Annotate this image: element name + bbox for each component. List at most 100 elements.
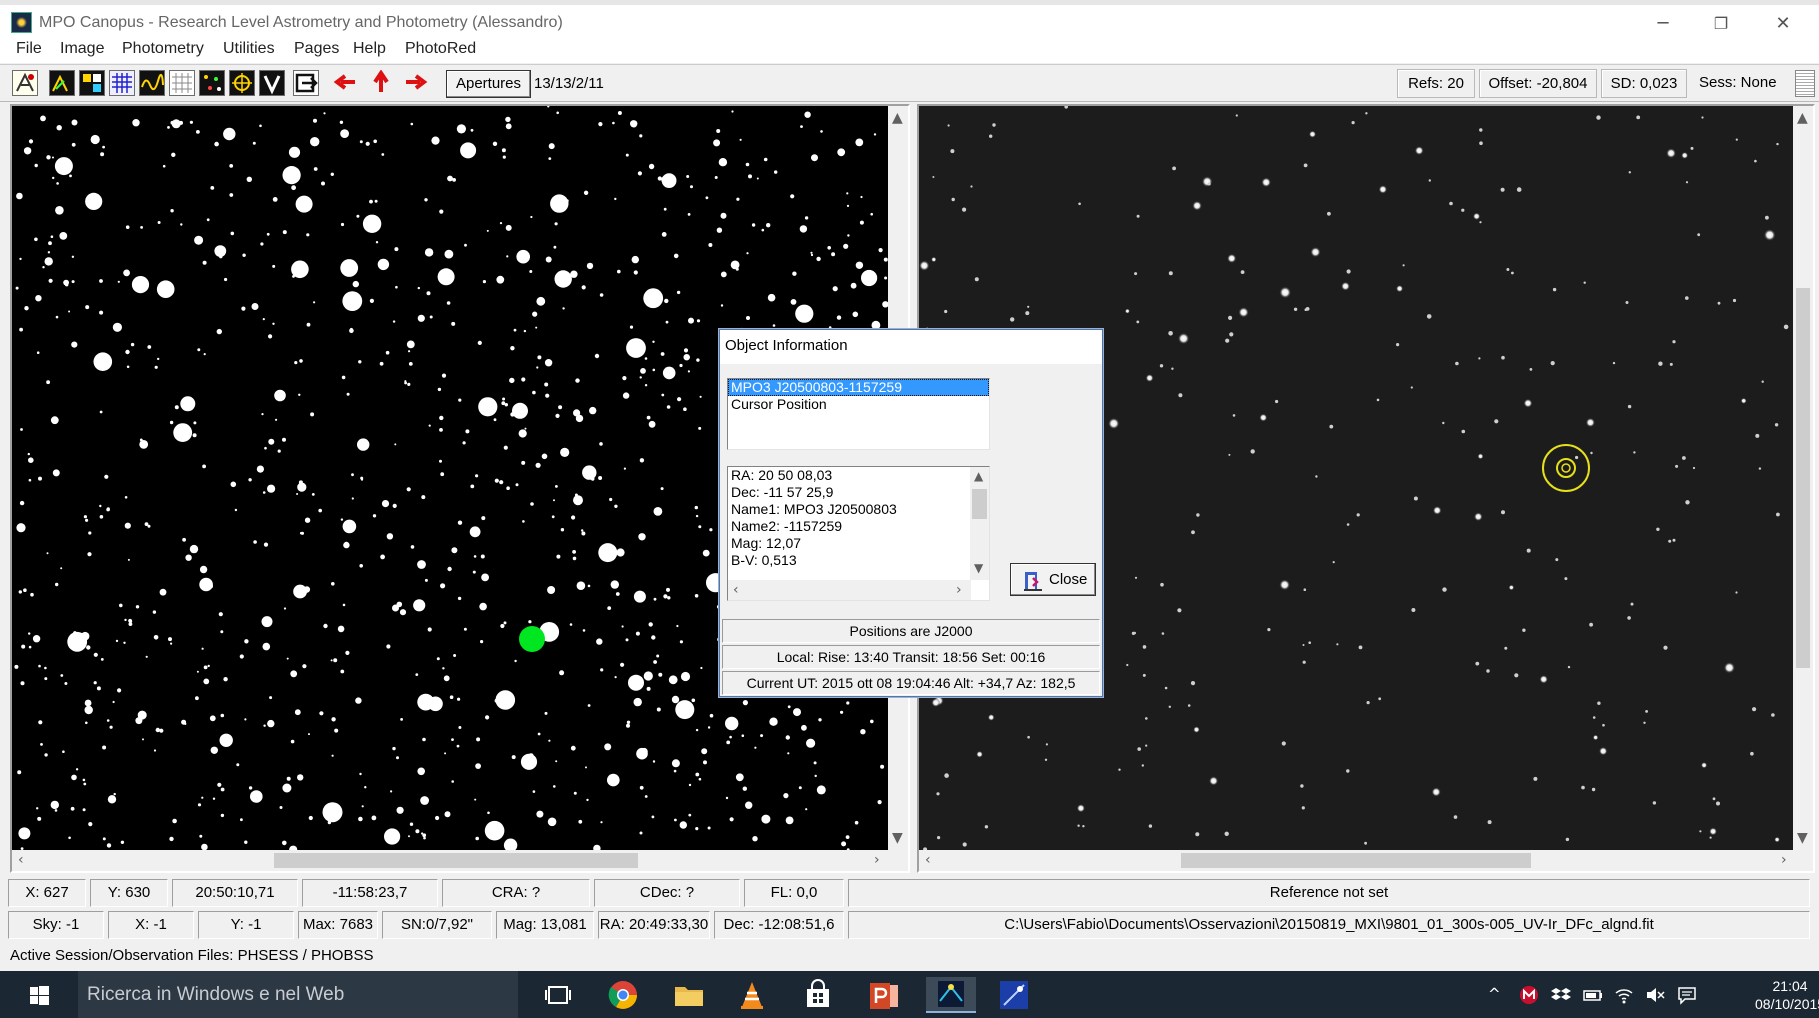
arrow-left-icon[interactable] [333, 70, 359, 96]
scroll-left-icon[interactable]: ‹ [18, 852, 24, 868]
menu-utilities[interactable]: Utilities [223, 40, 275, 58]
catalog-star [216, 328, 222, 335]
scroll-right-icon[interactable]: › [874, 852, 880, 868]
tool-plot-icon[interactable] [49, 70, 75, 96]
catalog-star [470, 484, 475, 489]
menu-photometry[interactable]: Photometry [122, 40, 204, 58]
tool-grid-icon[interactable] [169, 70, 195, 96]
image-scroll-thumb-v[interactable] [1796, 288, 1810, 668]
catalog-star [530, 502, 534, 506]
toolbar-grip-icon[interactable] [1795, 70, 1815, 97]
catalog-star [453, 654, 457, 657]
catalog-star [359, 564, 364, 568]
menu-help[interactable]: Help [353, 40, 386, 58]
image-horizontal-scrollbar[interactable]: ‹ › [919, 850, 1813, 871]
image-star [1232, 414, 1236, 417]
info-vertical-scrollbar[interactable]: ▲ ▼ [970, 467, 989, 580]
image-star [1302, 660, 1306, 664]
tray-dropbox-icon[interactable] [1551, 985, 1571, 1009]
scroll-up-icon[interactable]: ▲ [1797, 110, 1808, 126]
chrome-icon[interactable] [603, 977, 643, 1013]
tray-antivirus-icon[interactable] [1519, 985, 1539, 1009]
catalog-star [37, 816, 42, 821]
scroll-up-icon[interactable]: ▲ [892, 110, 903, 126]
catalog-star [156, 280, 175, 298]
catalog-star [196, 670, 199, 673]
taskbar-clock[interactable]: 21:04 08/10/2015 [1755, 977, 1819, 1013]
info-scroll-thumb[interactable] [972, 489, 987, 519]
catalog-scroll-thumb[interactable] [274, 853, 638, 868]
image-star [1494, 419, 1499, 424]
tool-settings-icon[interactable] [12, 70, 38, 96]
scroll-left-icon[interactable]: ‹ [733, 582, 739, 598]
tool-export-icon[interactable] [293, 70, 319, 96]
catalog-star [695, 772, 700, 777]
image-star [1161, 632, 1165, 635]
powerpoint-icon[interactable] [864, 977, 904, 1013]
catalog-horizontal-scrollbar[interactable]: ‹ › [12, 850, 908, 871]
vlc-icon[interactable] [732, 977, 772, 1013]
sd-value: SD: 0,023 [1601, 69, 1687, 98]
scroll-down-icon[interactable]: ▼ [1797, 830, 1808, 846]
object-list-item-cursor[interactable]: Cursor Position [728, 396, 989, 413]
image-vertical-scrollbar[interactable]: ▲ ▼ [1793, 106, 1813, 850]
catalog-star [356, 214, 360, 218]
restore-button[interactable]: ❐ [1698, 11, 1744, 37]
task-view-icon[interactable] [538, 977, 578, 1013]
store-icon[interactable] [798, 977, 838, 1013]
catalog-star [581, 529, 584, 532]
tray-wifi-icon[interactable] [1614, 985, 1634, 1009]
catalog-star [71, 280, 75, 284]
scroll-right-icon[interactable]: › [1781, 852, 1787, 868]
astro-app-icon[interactable] [994, 977, 1034, 1013]
catalog-star [93, 652, 98, 657]
object-list-item-selected[interactable]: MPO3 J20500803-1157259 [728, 379, 989, 396]
tray-notifications-icon[interactable] [1677, 985, 1697, 1009]
catalog-star [443, 675, 450, 682]
catalog-star [131, 276, 150, 294]
arrow-right-icon[interactable] [404, 70, 430, 96]
apertures-button[interactable]: Apertures [446, 70, 531, 98]
image-star [1366, 701, 1370, 705]
menu-file[interactable]: File [16, 40, 42, 58]
start-button[interactable] [0, 971, 78, 1018]
tool-table-icon[interactable] [109, 70, 135, 96]
object-info-box[interactable]: RA: 20 50 08,03 Dec: -11 57 25,9 Name1: … [727, 466, 990, 601]
catalog-star [318, 508, 323, 513]
tray-volume-muted-icon[interactable] [1645, 985, 1665, 1009]
arrow-up-icon[interactable] [369, 70, 395, 96]
catalog-star [496, 275, 505, 284]
tool-target-icon[interactable] [229, 70, 255, 96]
tool-lightcurve-icon[interactable] [139, 70, 165, 96]
close-dialog-button[interactable]: Close [1010, 563, 1096, 596]
scroll-down-icon[interactable]: ▼ [892, 830, 903, 846]
catalog-star [236, 763, 240, 767]
taskbar-search[interactable]: Ricerca in Windows e nel Web [78, 971, 518, 1018]
scroll-right-icon[interactable]: › [956, 582, 962, 598]
tool-v-icon[interactable] [259, 70, 285, 96]
scroll-left-icon[interactable]: ‹ [925, 852, 931, 868]
minimize-button[interactable]: ─ [1640, 11, 1686, 37]
menu-pages[interactable]: Pages [294, 40, 339, 58]
catalog-star [795, 304, 814, 323]
menu-photored[interactable]: PhotoRed [405, 40, 476, 58]
tool-starfield-icon[interactable] [199, 70, 225, 96]
close-window-button[interactable]: ✕ [1760, 11, 1806, 37]
info-horizontal-scrollbar[interactable]: ‹ › [728, 580, 971, 600]
tray-battery-icon[interactable] [1583, 985, 1603, 1009]
image-star [1281, 741, 1286, 746]
scroll-down-icon[interactable]: ▼ [974, 560, 983, 576]
image-scroll-thumb-h[interactable] [1181, 853, 1531, 868]
catalog-star [288, 146, 301, 158]
scroll-up-icon[interactable]: ▲ [974, 468, 983, 484]
catalog-star [20, 681, 25, 686]
tray-overflow-icon[interactable]: ^ [1488, 985, 1501, 1003]
catalog-star [212, 797, 216, 800]
menu-image[interactable]: Image [60, 40, 104, 58]
mpo-canopus-icon[interactable] [926, 977, 976, 1013]
file-explorer-icon[interactable] [669, 977, 709, 1013]
image-star [1410, 386, 1413, 389]
tool-image-grid-icon[interactable] [79, 70, 105, 96]
object-list[interactable]: MPO3 J20500803-1157259 Cursor Position [727, 378, 990, 450]
catalog-star [202, 260, 207, 265]
